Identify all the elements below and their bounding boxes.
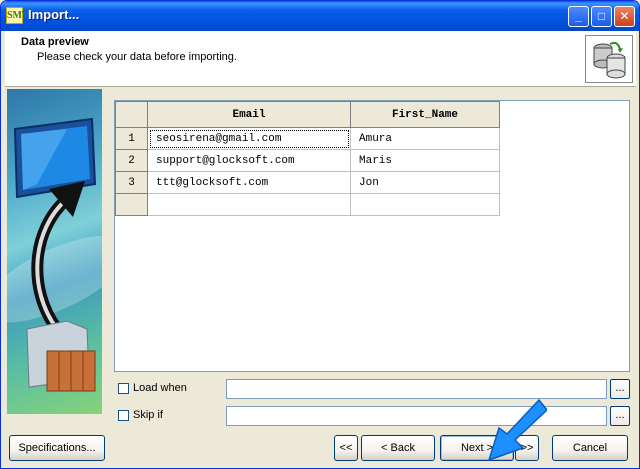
cell-first-name[interactable]: Jon (350, 171, 500, 194)
back-button[interactable]: < Back (361, 435, 435, 461)
first-page-button[interactable]: << (334, 435, 358, 461)
wizard-header: Data preview Please check your data befo… (5, 31, 636, 87)
load-when-row: Load when ... (114, 379, 630, 399)
skip-if-checkbox[interactable] (118, 410, 129, 421)
load-when-input[interactable] (226, 379, 607, 399)
row-number: 1 (115, 127, 148, 150)
column-header-email[interactable]: Email (147, 101, 351, 128)
row-number: 2 (115, 149, 148, 172)
window-title: Import... (28, 7, 80, 22)
load-when-label: Load when (133, 382, 187, 394)
load-when-browse-button[interactable]: ... (610, 379, 630, 399)
empty-row[interactable] (115, 193, 500, 216)
close-button[interactable]: ✕ (614, 6, 635, 27)
skip-if-label: Skip if (133, 409, 163, 421)
row-number: 3 (115, 171, 148, 194)
table-row[interactable]: 2 support@glocksoft.com Maris (115, 149, 500, 172)
title-bar[interactable]: SMT Import... _ □ ✕ (1, 1, 639, 31)
cell-first-name[interactable]: Maris (350, 149, 500, 172)
cell-email[interactable]: ttt@glocksoft.com (147, 171, 351, 194)
page-title: Data preview (21, 36, 89, 48)
next-button[interactable]: Next > (440, 435, 514, 461)
minimize-button[interactable]: _ (568, 6, 589, 27)
specifications-button[interactable]: Specifications... (9, 435, 105, 461)
wizard-banner-image (7, 89, 102, 414)
cell-first-name[interactable] (350, 193, 500, 216)
skip-if-row: Skip if ... (114, 406, 630, 426)
cancel-button[interactable]: Cancel (552, 435, 628, 461)
data-preview-grid[interactable]: Email First_Name 1 seosirena@gmail.com A… (114, 100, 630, 372)
maximize-button[interactable]: □ (591, 6, 612, 27)
page-subtitle: Please check your data before importing. (37, 51, 237, 63)
grid-corner (115, 101, 148, 128)
row-number (115, 193, 148, 216)
import-dialog: SMT Import... _ □ ✕ Data preview Please … (0, 0, 640, 469)
cell-email[interactable]: seosirena@gmail.com (147, 127, 351, 150)
column-header-first-name[interactable]: First_Name (350, 101, 500, 128)
cell-email[interactable] (147, 193, 351, 216)
table-row[interactable]: 3 ttt@glocksoft.com Jon (115, 171, 500, 194)
cell-first-name[interactable]: Amura (350, 127, 500, 150)
database-import-icon (585, 35, 633, 83)
skip-if-input[interactable] (226, 406, 607, 426)
app-icon: SMT (6, 7, 29, 24)
table-row[interactable]: 1 seosirena@gmail.com Amura (115, 127, 500, 150)
cell-email[interactable]: support@glocksoft.com (147, 149, 351, 172)
load-when-checkbox[interactable] (118, 383, 129, 394)
last-page-button[interactable]: >> (515, 435, 539, 461)
skip-if-browse-button[interactable]: ... (610, 406, 630, 426)
